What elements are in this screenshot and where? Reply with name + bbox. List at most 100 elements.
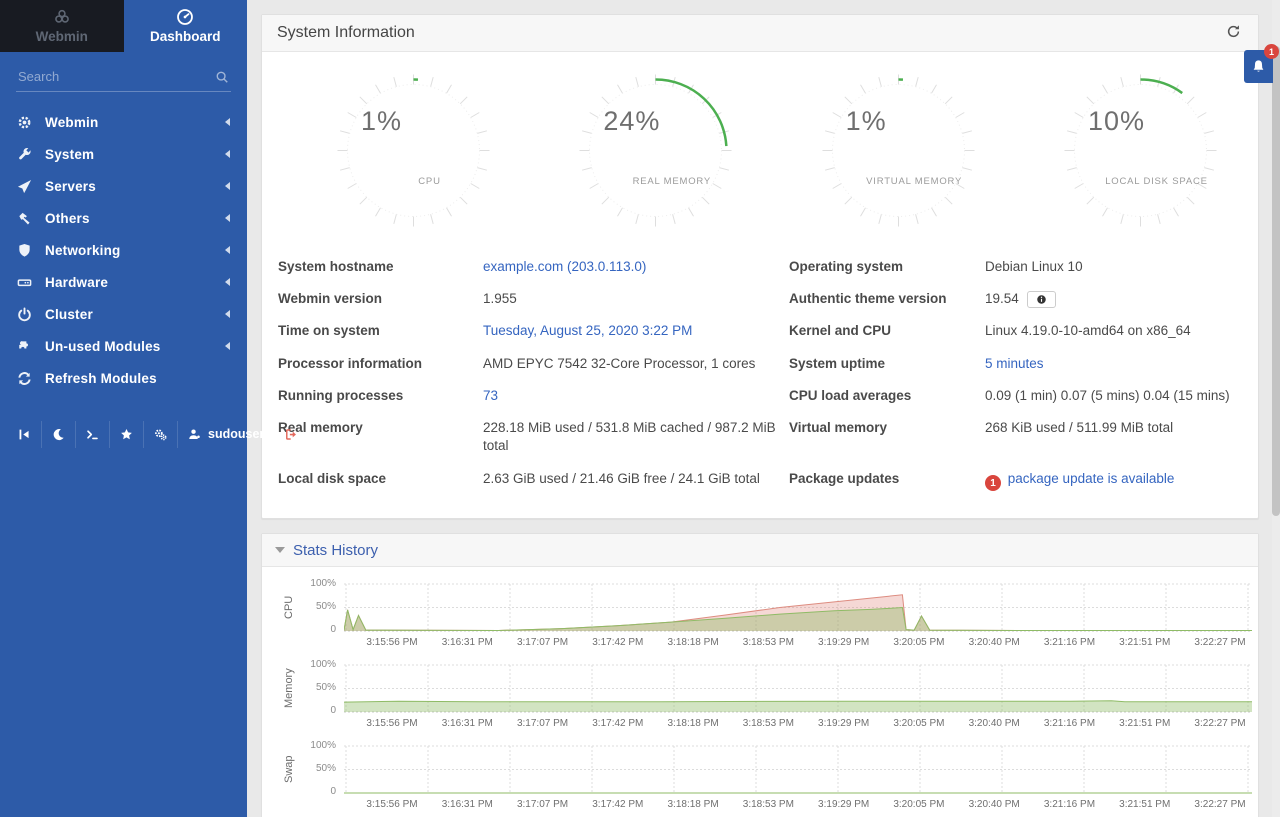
sidebar: Webmin Dashboard Webmin System ServersOthe… [0,0,247,817]
hammer-icon [17,211,32,226]
main-content: System Information 1% CPU 24% REAL MEMOR… [247,0,1280,817]
star-icon [120,428,133,441]
info-value[interactable]: 73 [483,380,781,412]
info-label: Operating system [789,251,977,283]
sidebar-search [16,64,231,92]
x-tick-label: 3:18:53 PM [743,718,794,729]
sidebar-item-hardware[interactable]: Hardware [0,266,247,298]
sidebar-item-cluster[interactable]: Cluster [0,298,247,330]
x-tick-label: 3:20:05 PM [893,799,944,810]
hdd-icon [17,275,32,290]
page-title: System Information [277,24,415,42]
system-info-grid: System hostnameexample.com (203.0.113.0)… [262,237,1258,518]
info-value: 1.955 [483,283,781,315]
collapse-sidebar-button[interactable] [8,421,42,448]
theme-info-button[interactable] [1027,291,1056,308]
chevron-left-icon [221,310,230,318]
gear-icon [17,115,32,130]
x-tick-label: 3:18:18 PM [668,718,719,729]
info-value: 268 KiB used / 511.99 MiB total [985,412,1242,462]
chart-y-axis: 100%50%0 [302,743,344,795]
night-mode-button[interactable] [42,421,76,448]
chevron-left-icon [221,342,230,350]
x-tick-label: 3:22:27 PM [1194,799,1245,810]
x-tick-label: 3:21:51 PM [1119,637,1170,648]
y-tick-label: 50% [316,601,336,612]
info-label: Virtual memory [789,412,977,462]
x-tick-label: 3:20:40 PM [969,637,1020,648]
info-value[interactable]: 5 minutes [985,348,1242,380]
sidebar-item-networking[interactable]: Networking [0,234,247,266]
sidebar-item-label: Hardware [45,275,108,290]
virtual-memory-gauge: 1% VIRTUAL MEMORY [816,68,981,233]
real-memory-gauge: 24% REAL MEMORY [573,68,738,233]
info-label: Authentic theme version [789,283,977,315]
x-tick-label: 3:16:31 PM [442,637,493,648]
x-tick-label: 3:20:05 PM [893,718,944,729]
favorites-button[interactable] [110,421,144,448]
sidebar-item-label: System [45,147,94,162]
notifications-button[interactable]: 1 [1244,50,1273,83]
info-label: Kernel and CPU [789,315,977,347]
sidebar-item-label: Cluster [45,307,93,322]
info-value: 228.18 MiB used / 531.8 MiB cached / 987… [483,412,781,462]
sidebar-item-label: Un-used Modules [45,339,161,354]
y-tick-label: 50% [316,763,336,774]
sync-icon [17,371,32,386]
scrollbar-track[interactable] [1272,0,1280,817]
gauge-label: REAL MEMORY [607,176,736,187]
sidebar-item-system[interactable]: System [0,138,247,170]
info-value[interactable]: Tuesday, August 25, 2020 3:22 PM [483,315,781,347]
user-button[interactable]: sudouser [178,420,275,448]
moon-icon [52,428,65,441]
bell-icon [1251,59,1266,74]
system-information-header: System Information [262,15,1258,52]
info-label: Running processes [278,380,475,412]
gauge-percent: 10% [1088,106,1145,137]
x-tick-label: 3:22:27 PM [1194,718,1245,729]
sidebar-item-refresh-modules[interactable]: Refresh Modules [0,362,247,394]
x-tick-label: 3:15:56 PM [366,637,417,648]
search-icon[interactable] [215,70,229,84]
settings-button[interactable] [144,421,178,448]
chevron-left-icon [221,214,230,222]
sidebar-collapse-icon [18,428,31,441]
gauge-percent: 24% [603,106,660,137]
y-tick-label: 100% [310,740,336,751]
chevron-left-icon [221,150,230,158]
info-label: Local disk space [278,463,475,499]
tab-dashboard[interactable]: Dashboard [124,0,248,52]
tab-webmin-label: Webmin [36,29,88,44]
x-tick-label: 3:20:05 PM [893,637,944,648]
sidebar-tabs: Webmin Dashboard [0,0,247,52]
refresh-button[interactable] [1224,22,1243,44]
signout-icon [285,428,298,441]
x-tick-label: 3:20:40 PM [969,799,1020,810]
chevron-left-icon [221,118,230,126]
x-tick-label: 3:16:31 PM [442,718,493,729]
chart-plot [344,581,1252,633]
logout-button[interactable] [275,421,308,448]
chart-plot [344,662,1252,714]
gauges-row: 1% CPU 24% REAL MEMORY 1% VIRTUAL MEMORY… [262,52,1258,237]
search-input[interactable] [18,69,215,84]
sidebar-item-others[interactable]: Others [0,202,247,234]
chevron-left-icon [221,182,230,190]
terminal-button[interactable] [76,421,110,448]
info-value: AMD EPYC 7542 32-Core Processor, 1 cores [483,348,781,380]
info-value: Debian Linux 10 [985,251,1242,283]
info-value: 2.63 GiB used / 21.46 GiB free / 24.1 Gi… [483,463,781,499]
sidebar-item-label: Networking [45,243,121,258]
info-value[interactable]: example.com (203.0.113.0) [483,251,781,283]
sidebar-item-label: Refresh Modules [45,371,157,386]
sidebar-item-un-used-modules[interactable]: Un-used Modules [0,330,247,362]
info-label: System hostname [278,251,475,283]
tab-webmin[interactable]: Webmin [0,0,124,52]
stats-history-header[interactable]: Stats History [262,534,1258,567]
scrollbar-thumb[interactable] [1272,46,1280,516]
info-value[interactable]: 1 package update is available [985,463,1242,499]
sidebar-item-webmin[interactable]: Webmin [0,106,247,138]
sidebar-item-servers[interactable]: Servers [0,170,247,202]
y-tick-label: 100% [310,659,336,670]
info-value: Linux 4.19.0-10-amd64 on x86_64 [985,315,1242,347]
